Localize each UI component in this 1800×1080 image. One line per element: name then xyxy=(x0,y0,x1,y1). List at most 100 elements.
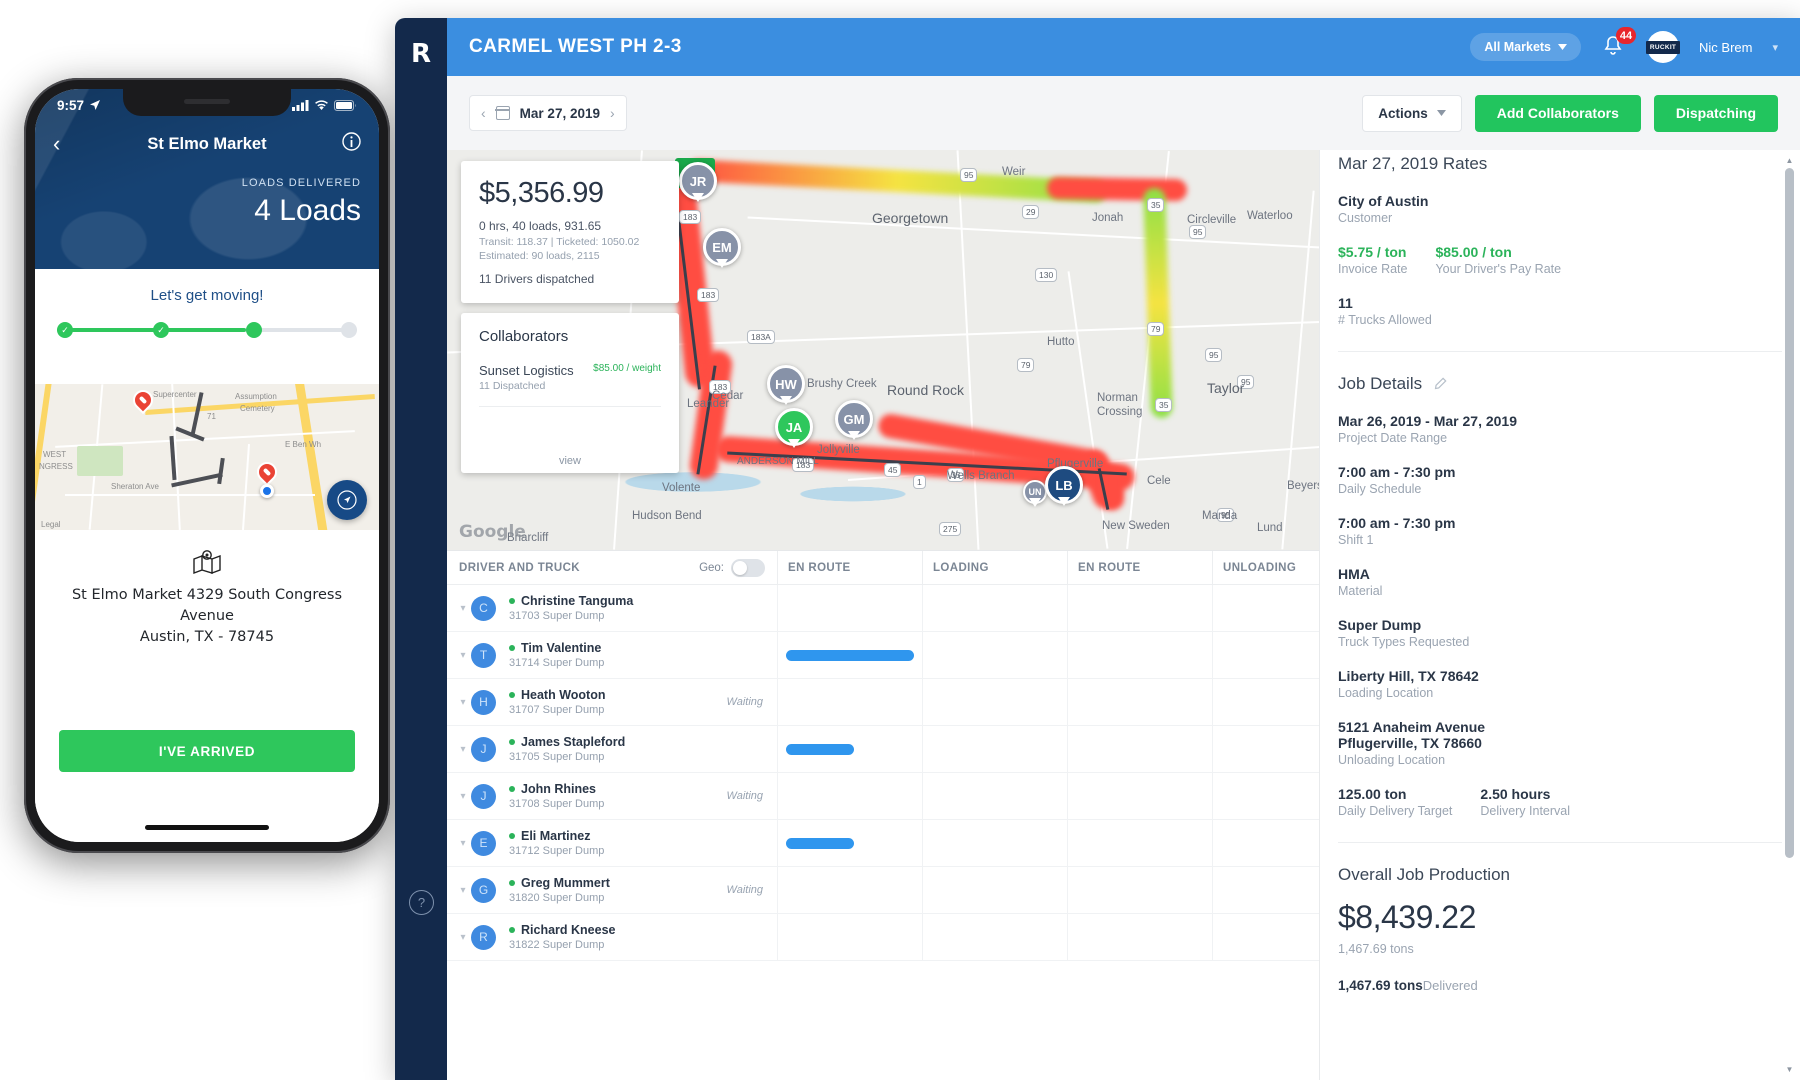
row-expand-chevron-icon[interactable]: ▾ xyxy=(455,791,471,802)
progress-cell[interactable] xyxy=(1067,820,1212,866)
status-dot xyxy=(509,833,515,839)
driver-avatar: J xyxy=(471,783,496,809)
progress-cell[interactable] xyxy=(922,867,1067,913)
home-indicator xyxy=(145,825,269,830)
material-block: HMA Material xyxy=(1338,566,1800,598)
ive-arrived-button[interactable]: I'VE ARRIVED xyxy=(59,730,355,772)
progress-cell[interactable] xyxy=(922,632,1067,678)
sidebar-scroll-thumb[interactable] xyxy=(1785,168,1794,858)
row-expand-chevron-icon[interactable]: ▾ xyxy=(455,603,471,614)
map-marker-UN[interactable]: UN xyxy=(1023,480,1047,507)
progress-cell[interactable] xyxy=(922,914,1067,960)
notifications-button[interactable]: 44 xyxy=(1601,27,1637,60)
progress-stepper: ✓ ✓ xyxy=(57,322,357,338)
progress-cell[interactable] xyxy=(922,820,1067,866)
progress-cell[interactable] xyxy=(1067,585,1212,631)
user-menu-chevron-icon[interactable]: ▾ xyxy=(1772,41,1778,54)
progress-cell[interactable] xyxy=(777,867,922,913)
phone-map-highway xyxy=(292,384,331,530)
scroll-up-icon[interactable]: ▲ xyxy=(1783,154,1796,167)
row-expand-chevron-icon[interactable]: ▾ xyxy=(455,932,471,943)
info-button[interactable] xyxy=(342,132,361,156)
dispatching-button[interactable]: Dispatching xyxy=(1653,94,1778,132)
add-collaborators-button[interactable]: Add Collaborators xyxy=(1474,94,1641,132)
loading-location-label: Loading Location xyxy=(1338,686,1434,700)
help-icon[interactable]: ? xyxy=(409,890,434,915)
driver-name-text: Richard Kneese xyxy=(521,923,616,937)
progress-cell[interactable] xyxy=(922,773,1067,819)
stats-drivers-dispatched: 11 Drivers dispatched xyxy=(479,272,595,286)
progress-cell[interactable] xyxy=(1067,726,1212,772)
collaborators-view-link[interactable]: view xyxy=(461,455,679,467)
map-marker-LB[interactable]: LB xyxy=(1045,466,1083,506)
highway-shield: 95 xyxy=(1205,348,1223,362)
actions-button[interactable]: Actions xyxy=(1362,94,1462,132)
progress-cell[interactable] xyxy=(777,632,922,678)
markets-dropdown[interactable]: All Markets xyxy=(1470,33,1582,61)
progress-cell[interactable] xyxy=(777,773,922,819)
user-name[interactable]: Nic Brem xyxy=(1699,40,1752,55)
progress-cell[interactable] xyxy=(777,914,922,960)
progress-step-2[interactable]: ✓ xyxy=(153,322,169,338)
pencil-edit-icon[interactable] xyxy=(1433,377,1447,391)
progress-cell[interactable] xyxy=(777,585,922,631)
map-label: Circleville xyxy=(1187,214,1237,226)
row-expand-chevron-icon[interactable]: ▾ xyxy=(455,697,471,708)
driver-cell: ▾ R Richard Kneese 31822 Super Dump xyxy=(447,914,777,960)
driver-info: Eli Martinez 31712 Super Dump xyxy=(509,829,604,857)
driver-avatar: J xyxy=(471,736,496,762)
stats-line-2: Transit: 118.37 | Ticketed: 1050.02 xyxy=(479,236,640,248)
map-marker-EM[interactable]: EM xyxy=(703,228,741,268)
navigate-button[interactable] xyxy=(327,480,367,520)
stats-card: $5,356.99 0 hrs, 40 loads, 931.65 Transi… xyxy=(461,161,679,303)
map-label: Crossing xyxy=(1097,406,1143,418)
delivered-row: 1,467.69 tonsDelivered xyxy=(1338,978,1800,993)
row-expand-chevron-icon[interactable]: ▾ xyxy=(455,838,471,849)
google-watermark: Google xyxy=(459,522,526,542)
phone-body: Let's get moving! ✓ ✓ Supercenter Assump… xyxy=(35,269,379,842)
map-marker-JR[interactable]: JR xyxy=(679,162,717,202)
progress-cell[interactable] xyxy=(1067,914,1212,960)
date-picker[interactable]: ‹ Mar 27, 2019 › xyxy=(469,95,627,131)
toolbar-actions: Actions Add Collaborators Dispatching xyxy=(1362,94,1778,132)
progress-step-4[interactable] xyxy=(341,322,357,338)
progress-cell[interactable] xyxy=(1067,679,1212,725)
status-dot xyxy=(509,880,515,886)
progress-bar xyxy=(786,743,854,755)
sidebar-scrollbar[interactable]: ▲ ▼ xyxy=(1783,154,1795,1076)
progress-cell[interactable] xyxy=(922,726,1067,772)
app-logo[interactable]: R xyxy=(395,30,447,78)
progress-cell[interactable] xyxy=(777,726,922,772)
map-label: Cedar xyxy=(712,390,744,402)
progress-cell[interactable] xyxy=(1067,773,1212,819)
progress-cell[interactable] xyxy=(1067,632,1212,678)
progress-cell[interactable] xyxy=(922,585,1067,631)
prev-date-button[interactable]: ‹ xyxy=(481,105,486,121)
phone-map[interactable]: Supercenter Assumption Cemetery 71 E Ben Wh W… xyxy=(35,384,379,530)
scroll-down-icon[interactable]: ▼ xyxy=(1783,1063,1796,1076)
progress-cell[interactable] xyxy=(777,679,922,725)
row-expand-chevron-icon[interactable]: ▾ xyxy=(455,744,471,755)
progress-cell[interactable] xyxy=(777,820,922,866)
geo-toggle-wrap[interactable]: Geo: xyxy=(699,558,777,577)
driver-info: James Stapleford 31705 Super Dump xyxy=(509,735,625,763)
row-expand-chevron-icon[interactable]: ▾ xyxy=(455,650,471,661)
production-heading: Overall Job Production xyxy=(1338,865,1510,884)
progress-cell[interactable] xyxy=(1067,867,1212,913)
map-marker-GM[interactable]: GM xyxy=(835,400,873,440)
map-marker-JA[interactable]: JA xyxy=(775,408,813,448)
row-expand-chevron-icon[interactable]: ▾ xyxy=(455,885,471,896)
map-fold-icon xyxy=(35,549,379,581)
progress-step-3[interactable] xyxy=(246,322,262,338)
shift1-time: 7:00 am - 7:30 pm xyxy=(1338,515,1456,531)
geo-toggle[interactable] xyxy=(731,558,765,577)
collaborator-row[interactable]: Sunset Logistics 11 Dispatched $85.00 / … xyxy=(479,363,661,392)
next-date-button[interactable]: › xyxy=(610,105,615,121)
avatar[interactable]: RUCKIT xyxy=(1645,31,1681,63)
progress-cell[interactable] xyxy=(922,679,1067,725)
map-marker-HW[interactable]: HW xyxy=(767,365,805,405)
progress-step-1[interactable]: ✓ xyxy=(57,322,73,338)
phone-map-label: Assumption xyxy=(235,392,277,401)
driver-info: Greg Mummert 31820 Super Dump xyxy=(509,876,610,904)
notification-badge: 44 xyxy=(1616,27,1637,44)
